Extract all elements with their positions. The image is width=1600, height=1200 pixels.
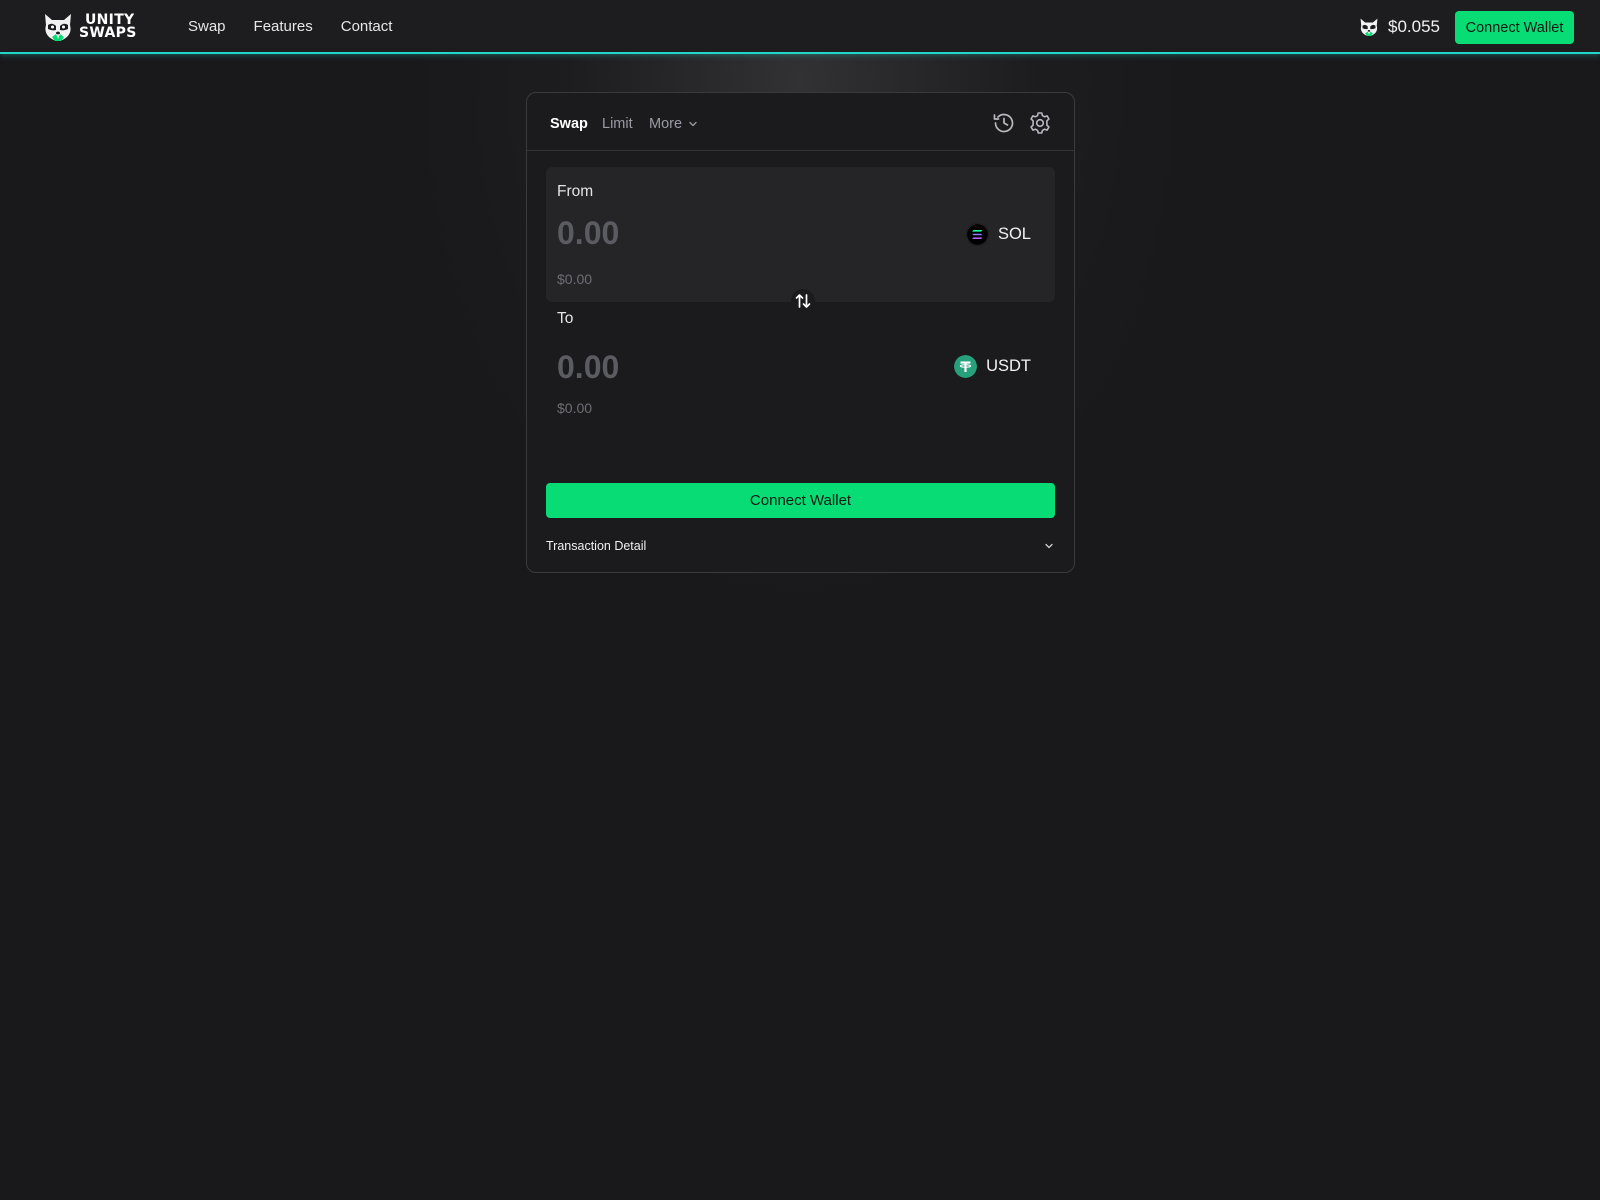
nav-link-features[interactable]: Features: [254, 18, 313, 35]
connect-wallet-button[interactable]: Connect Wallet: [546, 483, 1055, 518]
to-label: To: [557, 310, 574, 327]
settings-button[interactable]: [1027, 110, 1053, 136]
tab-limit[interactable]: Limit: [602, 116, 633, 132]
brand-name-line2: SWAPS: [79, 25, 137, 41]
swap-mode-tabs: Swap Limit More: [527, 93, 1074, 151]
nav-link-swap[interactable]: Swap: [188, 18, 226, 35]
nav-link-contact[interactable]: Contact: [341, 18, 393, 35]
from-token-symbol: SOL: [997, 225, 1031, 243]
from-label: From: [557, 183, 594, 200]
header-connect-wallet-button[interactable]: Connect Wallet: [1455, 11, 1574, 44]
token-price-ticker: $0.055: [1358, 14, 1440, 40]
from-token-selector[interactable]: SOL: [965, 223, 1031, 246]
raccoon-mascot-icon: [1360, 18, 1378, 37]
settings-gear-icon: [1030, 112, 1050, 134]
brand-wordmark: UNITY SWAPS: [79, 13, 137, 41]
main-nav: Swap Features Contact: [188, 18, 392, 35]
raccoon-mascot-icon: [45, 14, 71, 41]
tab-more-label: More: [649, 116, 683, 132]
history-button[interactable]: [991, 110, 1017, 136]
swap-card: Swap Limit More From $0.00: [526, 92, 1075, 573]
token-price: $0.055: [1388, 17, 1440, 36]
chevron-down-icon: [1045, 543, 1053, 549]
history-icon: [993, 113, 1014, 133]
top-navbar: UNITY SWAPS Swap Features Contact $0.055…: [0, 0, 1600, 54]
tab-swap[interactable]: Swap: [550, 116, 588, 132]
transaction-detail-label: Transaction Detail: [546, 539, 647, 553]
solana-icon: [965, 223, 989, 246]
tether-icon: [954, 355, 978, 378]
to-amount-input[interactable]: [557, 347, 857, 387]
to-token-selector[interactable]: USDT: [954, 355, 1031, 378]
chevron-down-icon: [689, 121, 697, 127]
brand-logo[interactable]: UNITY SWAPS: [41, 10, 137, 44]
tab-more-dropdown[interactable]: More: [649, 116, 698, 132]
to-panel: To $0.00 USDT: [546, 303, 1055, 438]
to-token-symbol: USDT: [986, 357, 1031, 375]
to-usd-value: $0.00: [557, 400, 593, 416]
transaction-detail-toggle[interactable]: Transaction Detail: [546, 533, 1055, 559]
from-panel: From $0.00 SOL: [546, 167, 1055, 302]
from-amount-input[interactable]: [557, 213, 857, 253]
from-usd-value: $0.00: [557, 271, 593, 287]
